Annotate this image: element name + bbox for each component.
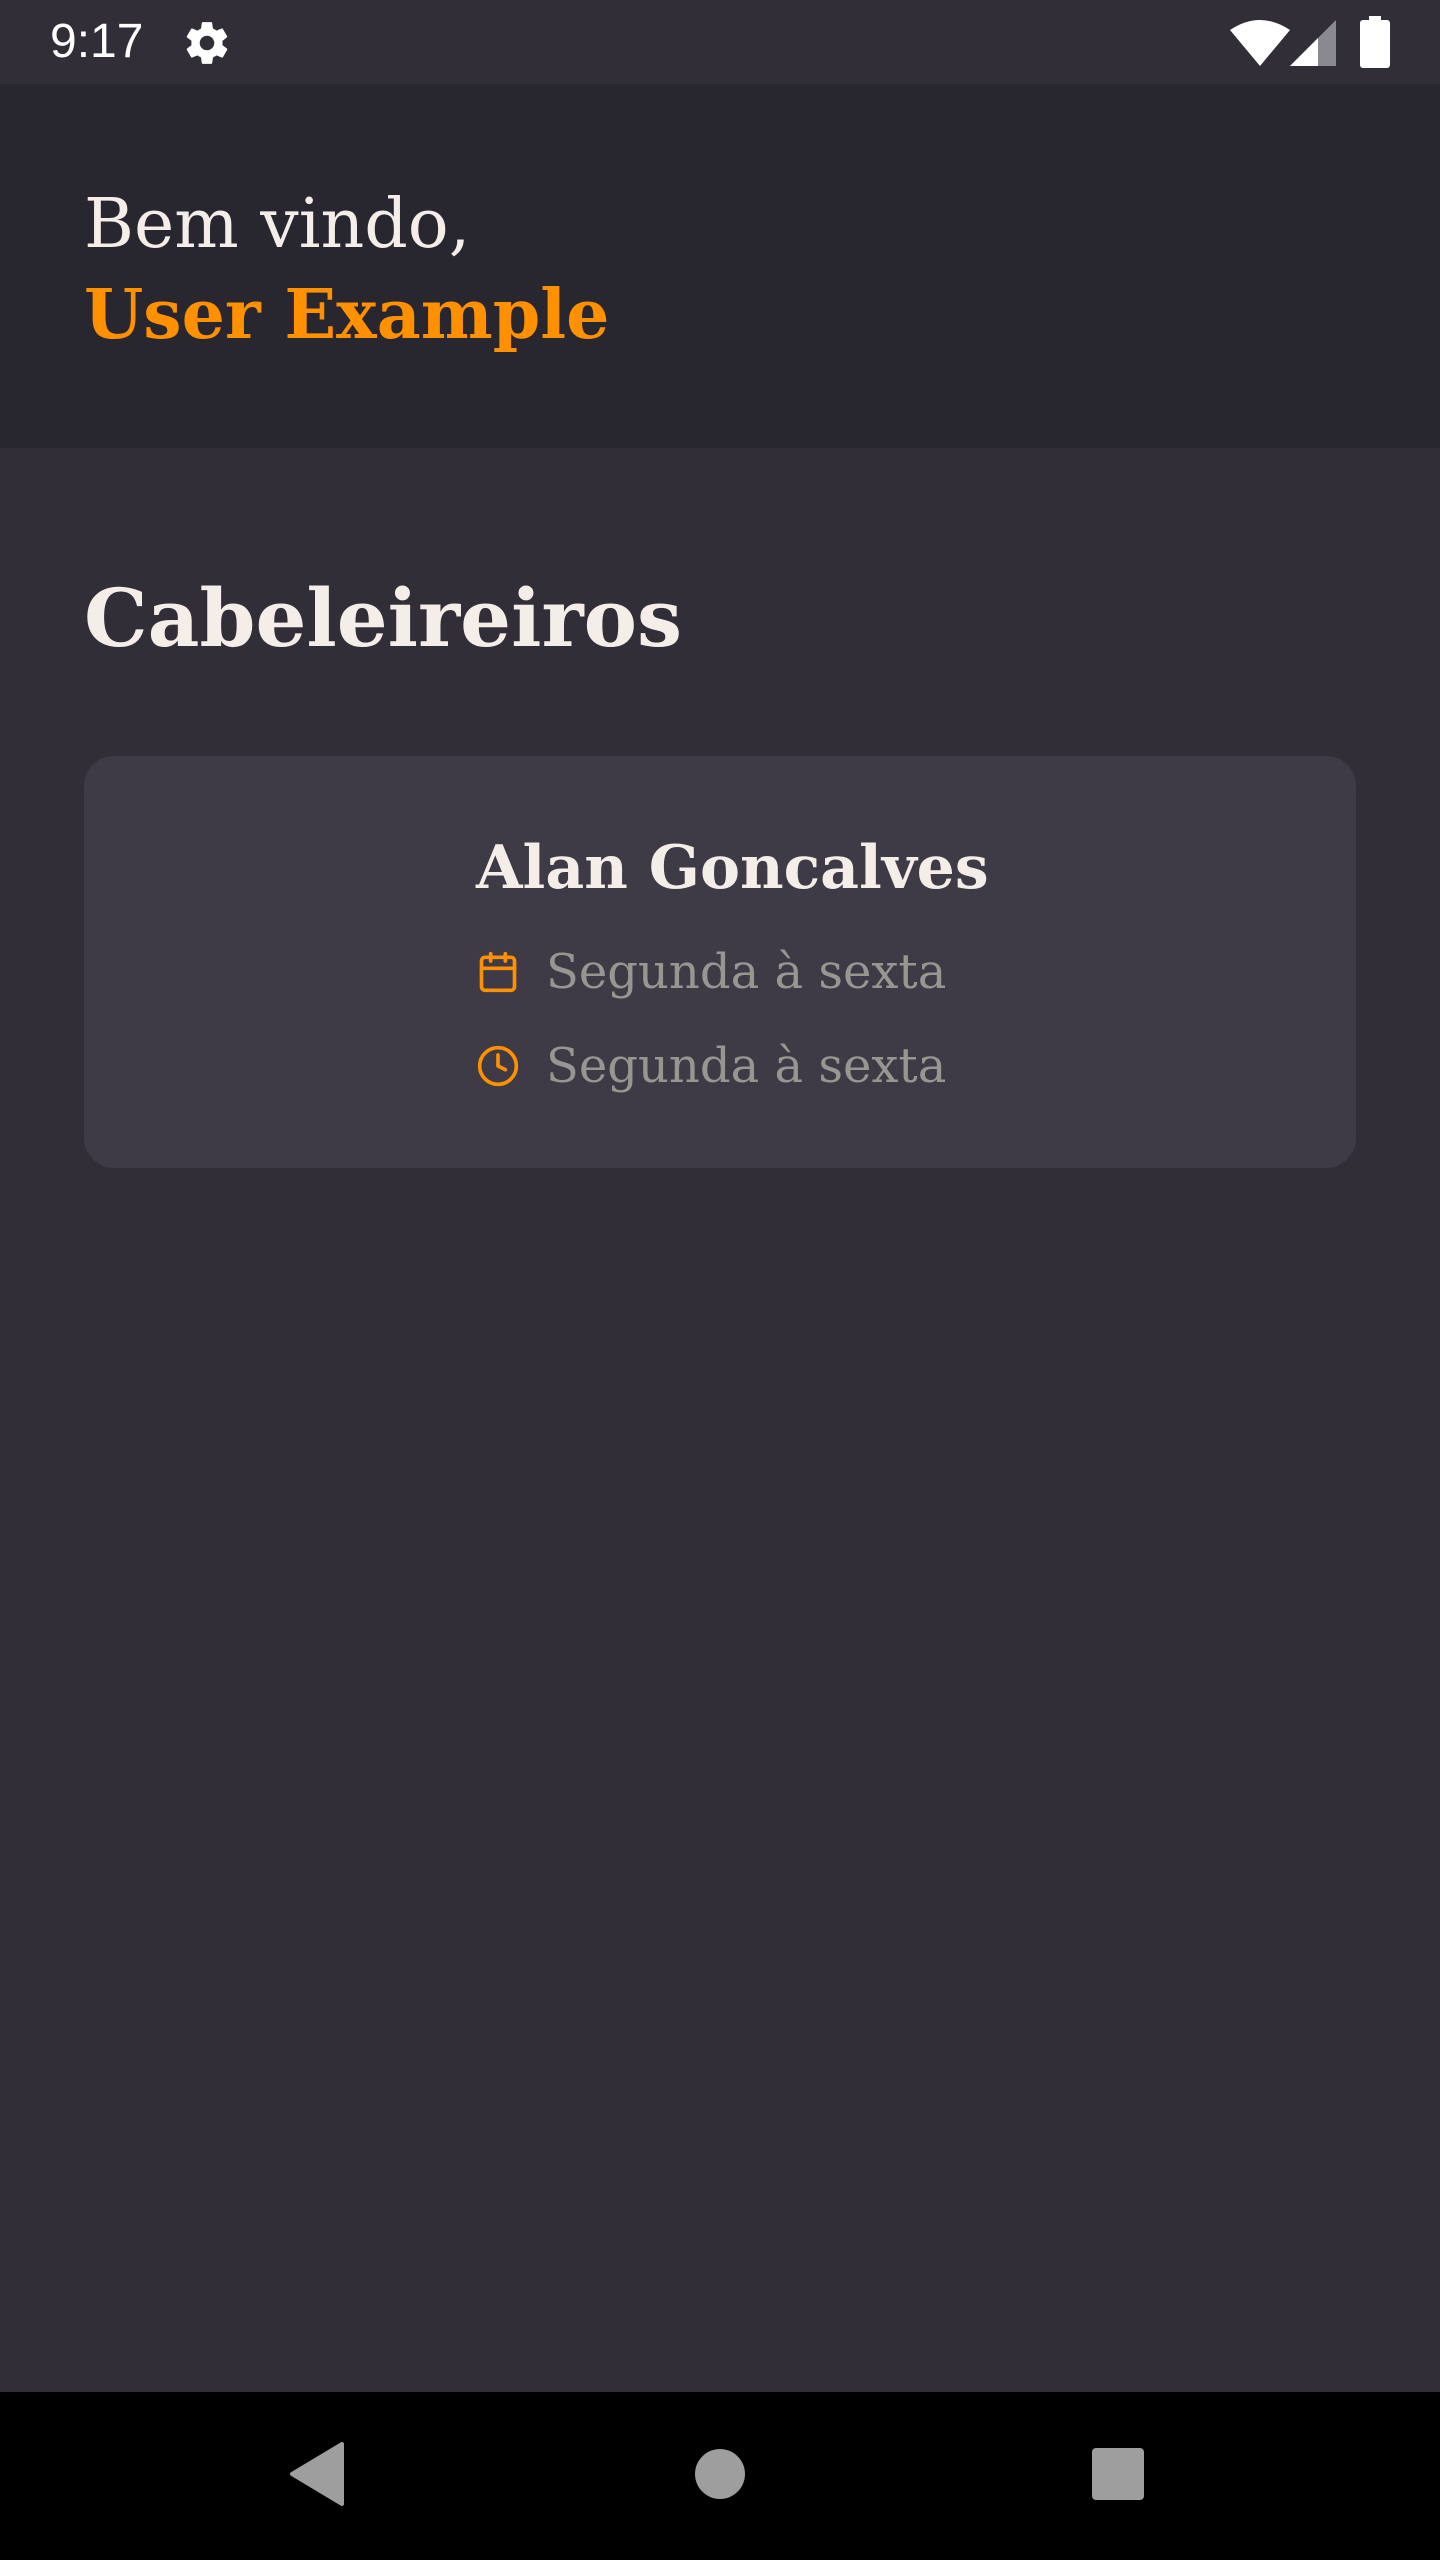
- status-time: 9:17: [50, 15, 144, 68]
- calendar-icon: [479, 951, 517, 993]
- header: Bem vindo, User Example: [0, 84, 1440, 448]
- provider-days-row: Segunda à sexta: [476, 940, 946, 1004]
- recent-apps-icon[interactable]: [1092, 2448, 1144, 2500]
- gear-icon: [186, 22, 228, 64]
- provider-hours-row: Segunda à sexta: [476, 1034, 946, 1098]
- user-name[interactable]: User Example: [84, 270, 609, 360]
- back-icon[interactable]: [288, 2442, 346, 2506]
- provider-card[interactable]: Alan Goncalves Segunda à sexta Segunda à…: [84, 756, 1356, 1168]
- system-nav-bar: [0, 2392, 1440, 2560]
- signal-icon: [1290, 20, 1336, 66]
- page-title: Cabeleireiros: [84, 571, 683, 665]
- greeting-text: Bem vindo,: [84, 185, 471, 264]
- home-icon[interactable]: [694, 2448, 746, 2500]
- provider-name: Alan Goncalves: [476, 833, 989, 903]
- battery-icon: [1360, 16, 1390, 68]
- clock-icon: [477, 1045, 519, 1087]
- wifi-icon: [1230, 20, 1290, 66]
- provider-hours-text: Segunda à sexta: [546, 1038, 947, 1094]
- provider-days-text: Segunda à sexta: [546, 944, 947, 1000]
- status-bar: 9:17: [0, 0, 1440, 84]
